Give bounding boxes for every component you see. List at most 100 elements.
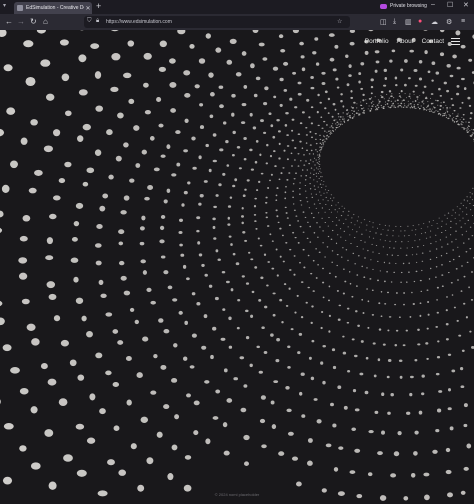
particle-dot (411, 291, 413, 294)
particle-dot (450, 220, 452, 222)
downloads-icon[interactable]: ⤓ (393, 18, 396, 26)
particle-dot (346, 321, 350, 324)
particle-dot (278, 157, 281, 160)
forward-icon[interactable]: → (17, 17, 25, 27)
url-text[interactable]: https://www.edsimulation.com (106, 19, 172, 25)
star-icon[interactable]: ☆ (337, 18, 342, 25)
new-tab-button[interactable]: + (96, 1, 101, 11)
particle-dot (429, 236, 431, 238)
shield-icon[interactable]: ⛉ (87, 18, 92, 25)
particle-dot (401, 106, 403, 108)
particle-dot (448, 388, 451, 392)
menu-icon[interactable] (451, 38, 460, 47)
particle-dot (439, 108, 442, 111)
particle-dot (437, 227, 439, 229)
particle-dot (418, 410, 423, 415)
minimize-icon[interactable]: – (431, 1, 435, 8)
lock-icon[interactable]: 🔒︎ (96, 18, 99, 25)
particle-dot (170, 108, 177, 113)
particle-dot (158, 66, 167, 72)
particle-dot (461, 234, 463, 236)
particle-dot (342, 223, 345, 225)
app-menu-icon[interactable]: ≡ (461, 18, 465, 25)
particle-dot (130, 443, 137, 450)
particle-dot (418, 77, 423, 81)
particle-dot (198, 253, 203, 257)
particle-dot (394, 303, 397, 306)
particle-dot (305, 197, 308, 199)
nav-about[interactable]: About (397, 38, 414, 45)
particle-dot (322, 344, 326, 348)
particle-dot (335, 204, 337, 206)
particle-dot (398, 316, 401, 319)
particle-dot (317, 124, 320, 127)
particle-dot (407, 240, 409, 242)
particle-dot (390, 95, 393, 98)
particle-dot (328, 330, 331, 333)
tab-list-icon[interactable]: ▾ (3, 2, 6, 9)
sidebar-icon[interactable]: ▥ (405, 18, 412, 26)
particle-dot (123, 142, 129, 148)
particle-dot (99, 205, 106, 212)
particle-dot (443, 81, 447, 85)
particle-dot (395, 83, 398, 87)
particle-dot (468, 104, 472, 107)
particle-dot (126, 399, 132, 406)
url-bar[interactable]: ⛉ 🔒︎ https://www.edsimulation.com ☆ (84, 16, 350, 28)
extension-icon[interactable]: ● (418, 18, 422, 25)
particle-dot (386, 291, 390, 294)
particle-dot (320, 326, 323, 330)
sync-icon[interactable]: ☁ (431, 18, 438, 26)
particle-dot (456, 85, 460, 88)
particle-dot (227, 223, 231, 226)
particle-dot (399, 104, 402, 107)
nav-portfolio[interactable]: Portfolio (365, 38, 389, 45)
particle-dot (75, 202, 84, 209)
pocket-icon[interactable]: ◫ (380, 18, 387, 26)
particle-dot (368, 236, 370, 238)
particle-dot (310, 376, 315, 381)
particle-dot (256, 345, 260, 349)
nav-contact[interactable]: Contact (422, 38, 444, 45)
particle-dot (351, 113, 354, 114)
particle-dot (301, 147, 304, 149)
particle-dot (292, 30, 299, 34)
back-icon[interactable]: ← (5, 17, 13, 27)
particle-dot (77, 374, 85, 381)
extensions-icon[interactable]: ⚙ (446, 18, 452, 26)
particle-dot (296, 294, 299, 297)
particle-dot (403, 235, 406, 237)
particle-dot (226, 398, 233, 403)
particle-dot (222, 422, 228, 428)
particle-dot (435, 109, 437, 111)
particle-dot (267, 261, 271, 263)
particle-dot (307, 438, 313, 443)
particle-dot (452, 120, 454, 122)
close-tab-icon[interactable]: ✕ (84, 5, 92, 12)
home-icon[interactable]: ⌂ (43, 17, 48, 27)
particle-dot (292, 71, 297, 75)
particle-dot (389, 240, 391, 242)
particle-dot (400, 225, 402, 228)
particle-dot (431, 108, 433, 110)
particle-dot (305, 175, 308, 177)
maximize-icon[interactable]: ☐ (447, 1, 453, 9)
particle-dot (320, 116, 323, 118)
particle-dot (196, 229, 200, 233)
particle-dot (222, 121, 227, 125)
close-window-icon[interactable]: ✕ (463, 1, 469, 9)
particle-dot (28, 187, 37, 194)
particle-dot (263, 131, 267, 134)
particle-dot (291, 165, 293, 167)
particle-dot (285, 112, 289, 115)
particle-dot (30, 119, 38, 126)
particle-dot (281, 320, 284, 324)
particle-dot (183, 484, 192, 492)
particle-dot (3, 64, 13, 72)
particle-dot (440, 255, 443, 257)
particle-dot (302, 248, 305, 251)
reload-icon[interactable]: ↻ (30, 17, 37, 27)
particle-dot (317, 154, 319, 156)
tab-active[interactable]: EdSimulation - Creative Devel... ✕ (14, 2, 92, 14)
particle-dot (414, 84, 418, 87)
